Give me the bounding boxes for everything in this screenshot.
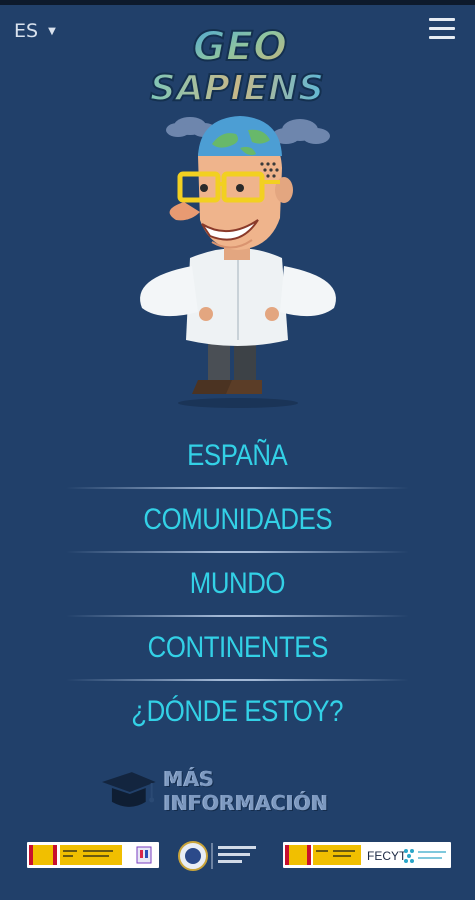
- menu-item-label: COMUNIDADES: [143, 503, 332, 536]
- ministerio-logo: [27, 842, 159, 868]
- menu-item-label: MUNDO: [189, 567, 286, 600]
- language-label: ES: [14, 20, 39, 42]
- scientist-character-illustration: [140, 116, 336, 408]
- more-info-button[interactable]: MÁS INFORMACIÓN: [100, 767, 385, 815]
- status-strip: [0, 0, 475, 5]
- menu-item-comunidades[interactable]: COMUNIDADES: [66, 489, 409, 551]
- sponsor-logos: FECYT: [0, 834, 475, 878]
- more-info-label: MÁS INFORMACIÓN: [163, 767, 329, 815]
- menu-item-label: ESPAÑA: [187, 439, 288, 472]
- menu-item-label: CONTINENTES: [147, 631, 328, 664]
- menu-item-label: ¿DÓNDE ESTOY?: [131, 695, 344, 728]
- graduation-cap-icon: [101, 772, 156, 807]
- main-menu: ESPAÑA COMUNIDADES MUNDO CONTINENTES ¿DÓ…: [66, 425, 409, 743]
- geo-sapiens-logo: GEO SAPIENS: [149, 23, 325, 106]
- fecyt-logo: FECYT: [283, 842, 451, 868]
- menu-item-continentes[interactable]: CONTINENTES: [66, 617, 409, 679]
- menu-item-mundo[interactable]: MUNDO: [66, 553, 409, 615]
- upm-logo: [178, 837, 268, 875]
- logo-line2: SAPIENS: [150, 68, 324, 106]
- menu-item-donde-estoy[interactable]: ¿DÓNDE ESTOY?: [66, 681, 409, 743]
- fecyt-text: FECYT: [367, 849, 407, 863]
- language-selector[interactable]: ES ▼: [14, 20, 56, 42]
- hamburger-menu-icon[interactable]: [429, 18, 455, 40]
- logo-line1: GEO: [193, 24, 287, 70]
- caret-down-icon: ▼: [48, 25, 56, 37]
- menu-item-espana[interactable]: ESPAÑA: [66, 425, 409, 487]
